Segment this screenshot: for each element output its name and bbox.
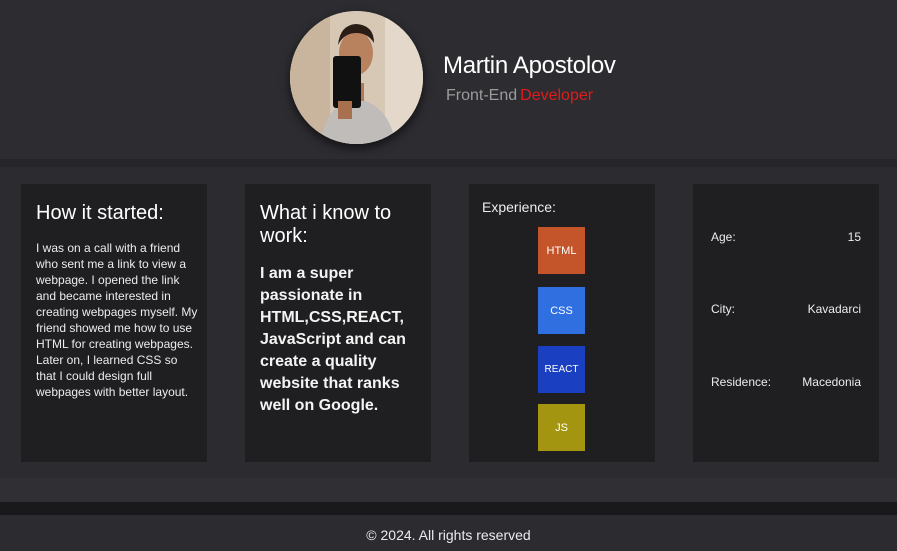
cards-section: How it started: I was on a call with a f… [0,167,897,478]
how-started-title: How it started: [36,202,164,224]
profile-role: Front-End Developer [446,87,593,105]
residence-label: Residence: [711,375,772,389]
header-divider [0,159,897,167]
profile-avatar [290,11,423,144]
skill-js: JS [538,404,585,451]
how-started-text: I was on a call with a friend who sent m… [36,241,198,399]
how-started-card: How it started: I was on a call with a f… [21,184,207,462]
skill-css: CSS [538,287,585,334]
experience-card: Experience: HTML CSS REACT JS [469,184,655,462]
section-strip [0,478,897,502]
age-label: Age: [711,230,736,244]
knowledge-card: What i know to work: I am a super passio… [245,184,431,462]
skill-html: HTML [538,227,585,274]
age-value: 15 [847,230,861,244]
footer-copyright: © 2024. All rights reserved [366,527,531,543]
skill-react: REACT [538,346,585,393]
footer-divider [0,502,897,515]
info-card: Age: 15 City: Kavadarci Residence: Maced… [693,184,879,462]
residence-value: Macedonia [802,375,861,389]
knowledge-text: I am a super passionate in HTML,CSS,REAC… [260,265,406,414]
page-footer: © 2024. All rights reserved [0,515,897,551]
profile-name: Martin Apostolov [443,52,616,79]
city-label: City: [711,302,735,316]
profile-header: Martin Apostolov Front-End Developer [0,0,897,159]
experience-title: Experience: [482,199,556,215]
knowledge-title: What i know to work: [260,202,392,247]
city-value: Kavadarci [807,302,861,316]
role-accent: Developer [520,87,594,104]
role-prefix: Front-End [446,87,518,104]
